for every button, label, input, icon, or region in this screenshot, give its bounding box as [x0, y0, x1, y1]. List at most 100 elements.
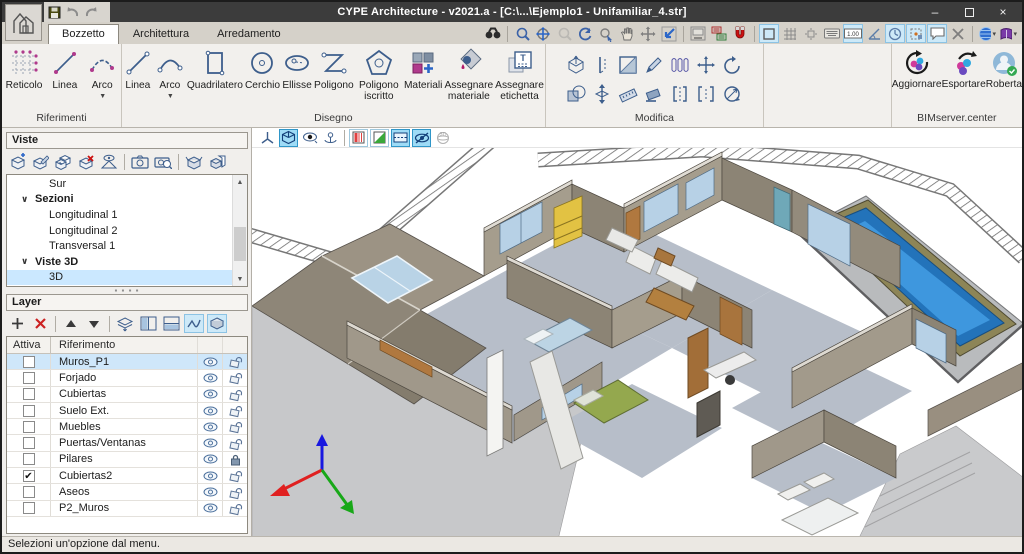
tree-expand-icon[interactable]: ∨ [21, 256, 33, 267]
snap-magnet-icon[interactable] [730, 24, 750, 43]
split-view-v-icon[interactable] [161, 314, 181, 333]
quadrilatero-button[interactable]: Quadrilatero [186, 47, 244, 92]
linea-button[interactable]: Linea [122, 47, 154, 92]
edit-pencil-icon[interactable] [642, 52, 667, 77]
layer-visibility-cell[interactable] [197, 468, 222, 484]
extrude-icon[interactable] [564, 52, 589, 77]
edit-view-icon[interactable] [30, 152, 50, 171]
solid-mode-icon[interactable] [207, 314, 227, 333]
poligono-button[interactable]: Poligono [313, 47, 355, 92]
move-up-icon[interactable] [61, 314, 81, 333]
scroll-up-icon[interactable]: ▲ [233, 175, 247, 189]
layer-visibility-cell[interactable] [197, 500, 222, 516]
arco-rif-button[interactable]: Arco ▼ [86, 47, 118, 103]
tree-expand-icon[interactable]: ∨ [21, 194, 33, 205]
user-roberta-button[interactable]: Roberta [986, 47, 1022, 90]
orbit-eye-icon[interactable] [300, 129, 319, 147]
previous-view-icon[interactable] [659, 24, 679, 43]
view-3d-cube-icon[interactable] [279, 128, 298, 147]
scroll-thumb[interactable] [234, 227, 246, 261]
zoom-selection-icon[interactable] [596, 24, 616, 43]
units-icon[interactable] [688, 24, 708, 43]
open-box-page-icon[interactable] [207, 152, 227, 171]
viste-tree-item[interactable]: ∨ Viste 3D [7, 254, 232, 270]
layer-row[interactable]: ✔ Cubiertas2 [7, 468, 247, 485]
tracking-icon[interactable] [885, 24, 905, 43]
layer-active-checkbox[interactable] [22, 371, 35, 384]
viste-tree-item[interactable]: Sur [7, 176, 232, 192]
layer-active-checkbox[interactable]: ✔ [22, 469, 35, 482]
tab-architettura[interactable]: Architettura [119, 24, 203, 44]
stretch-vertical-icon[interactable] [590, 81, 615, 106]
viste-tree-item[interactable]: 3D [7, 269, 232, 286]
ellisse-button[interactable]: Ellisse [281, 47, 313, 92]
viste-scrollbar[interactable]: ▲ ▼ [232, 175, 247, 286]
layer-lock-cell[interactable] [222, 370, 247, 386]
duplicate-view-icon[interactable] [53, 152, 73, 171]
layer-lock-cell[interactable] [222, 451, 247, 468]
grid-icon[interactable] [780, 24, 800, 43]
tab-bozzetto[interactable]: Bozzetto [48, 24, 119, 44]
view-visibility-icon[interactable] [99, 152, 119, 171]
web-globe-icon[interactable]: ▾ [977, 24, 997, 43]
trim-icon[interactable] [668, 81, 693, 106]
camera-zoom-icon[interactable] [153, 152, 173, 171]
minimize-button[interactable]: – [918, 2, 952, 22]
layer-row[interactable]: Muros_P1 [7, 354, 247, 371]
align-vertical-icon[interactable] [590, 52, 615, 77]
viste-tree-item[interactable]: Transversal 1 [7, 238, 232, 254]
array-copy-icon[interactable] [668, 52, 693, 77]
layer-row[interactable]: Pilares [7, 451, 247, 469]
redraw-icon[interactable] [575, 24, 595, 43]
layer-lock-cell[interactable] [222, 468, 247, 484]
arco-button[interactable]: Arco ▼ [154, 47, 186, 103]
maximize-button[interactable] [952, 2, 986, 22]
annotation-bubble-icon[interactable] [927, 24, 947, 43]
split-square-icon[interactable] [616, 52, 641, 77]
layer-table[interactable]: Attiva Riferimento Muros_P1 Forjado Cubi… [6, 336, 248, 534]
layer-active-checkbox[interactable] [22, 420, 35, 433]
tab-arredamento[interactable]: Arredamento [203, 24, 295, 44]
move-down-icon[interactable] [84, 314, 104, 333]
measure-ruler-icon[interactable] [616, 81, 641, 106]
layer-lock-cell[interactable] [222, 484, 247, 500]
layer-lock-cell[interactable] [222, 500, 247, 516]
cut-scissors-icon[interactable] [948, 24, 968, 43]
layer-row[interactable]: Forjado [7, 370, 247, 387]
layer-active-checkbox[interactable] [22, 355, 35, 368]
poligono-iscritto-button[interactable]: Poligono iscritto [355, 47, 403, 103]
model-canvas[interactable] [252, 148, 1022, 536]
aggiornare-button[interactable]: Aggiornare [892, 47, 942, 90]
zoom-previous-icon[interactable] [554, 24, 574, 43]
search-binoculars-icon[interactable] [483, 24, 503, 43]
section-box-icon[interactable] [391, 128, 410, 147]
delete-layer-icon[interactable] [30, 314, 50, 333]
add-view-icon[interactable] [7, 152, 27, 171]
scroll-down-icon[interactable]: ▼ [233, 272, 247, 286]
layer-visibility-cell[interactable] [197, 484, 222, 500]
layer-row[interactable]: Muebles [7, 419, 247, 436]
viste-tree-item[interactable]: ∨ Sezioni [7, 192, 232, 208]
hide-elements-eye-icon[interactable] [412, 128, 431, 147]
help-book-icon[interactable]: ▾ [998, 24, 1018, 43]
layer-row[interactable]: P2_Muros [7, 500, 247, 517]
axes-icon[interactable] [258, 129, 277, 147]
layer-active-checkbox[interactable] [22, 502, 35, 515]
layer-visibility-cell[interactable] [197, 370, 222, 386]
angle-protractor-icon[interactable] [864, 24, 884, 43]
layer-active-checkbox[interactable] [22, 437, 35, 450]
extend-icon[interactable] [694, 81, 719, 106]
layer-active-checkbox[interactable] [22, 486, 35, 499]
esportare-button[interactable]: Esportare [942, 47, 986, 90]
layer-row[interactable]: Aseos [7, 484, 247, 501]
assegnare-etichetta-button[interactable]: T Assegnare etichetta [494, 47, 545, 103]
eraser-icon[interactable] [642, 81, 667, 106]
delete-view-icon[interactable] [76, 152, 96, 171]
viste-tree[interactable]: Sur ∨ Sezioni Longitudinal 1 Longitudina… [6, 174, 248, 287]
save-button[interactable] [48, 6, 61, 19]
move-icon[interactable] [694, 52, 719, 77]
reticolo-button[interactable]: Reticolo [5, 47, 44, 92]
layer-visibility-cell[interactable] [197, 354, 222, 370]
cerchio-button[interactable]: Cerchio [244, 47, 281, 92]
rotate-copy-icon[interactable] [720, 81, 745, 106]
